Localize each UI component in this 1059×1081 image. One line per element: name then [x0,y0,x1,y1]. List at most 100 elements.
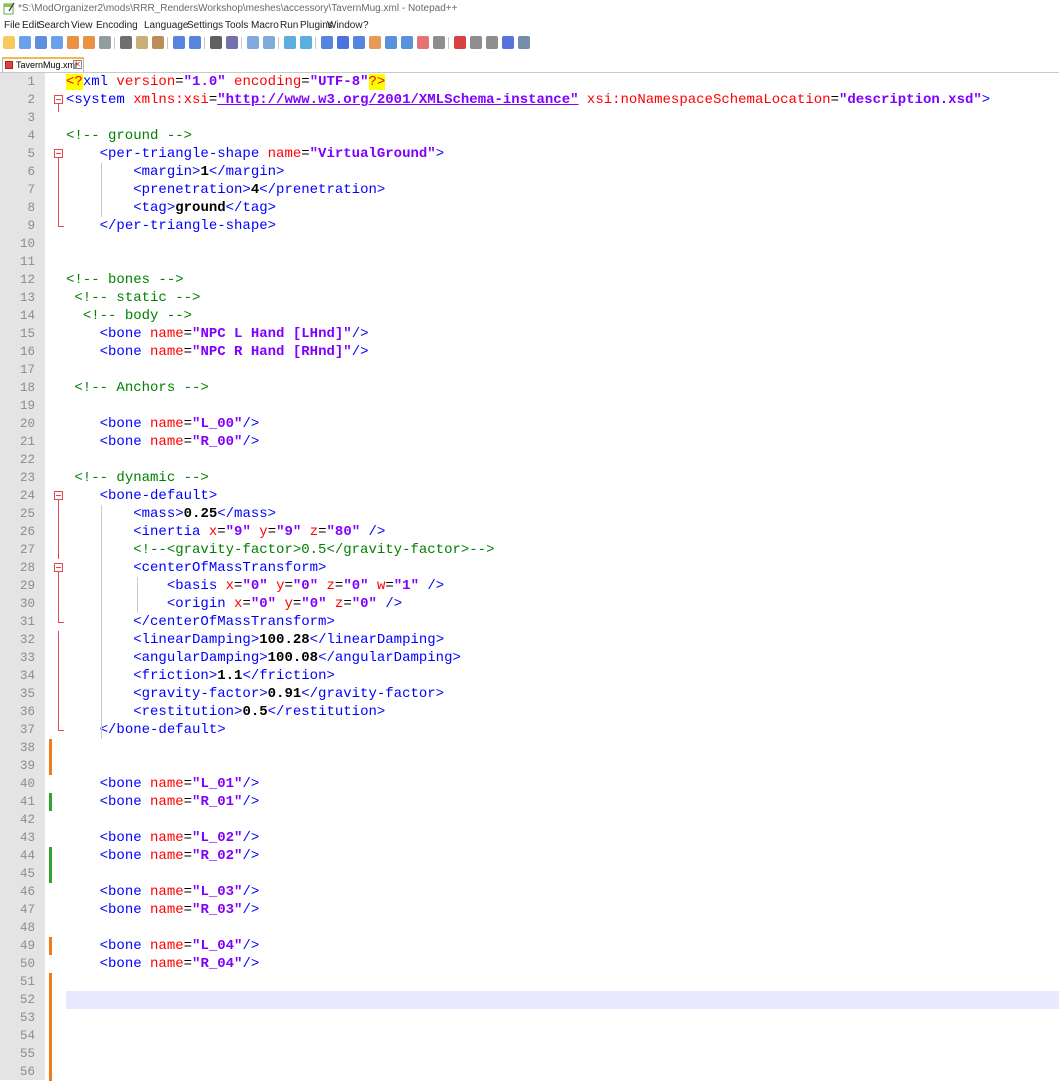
code-text[interactable]: <prenetration>4</prenetration> [66,181,385,199]
open-file-icon[interactable] [19,36,31,49]
code-line[interactable]: 38 [0,739,1059,757]
code-text[interactable]: <bone name="L_00"/> [66,415,260,433]
code-line[interactable]: 3 [0,109,1059,127]
tab-tavernmug[interactable]: TavernMug.xml ✕ [2,57,84,72]
code-line[interactable]: 43 <bone name="L_02"/> [0,829,1059,847]
code-line[interactable]: 11 [0,253,1059,271]
code-line[interactable]: 47 <bone name="R_03"/> [0,901,1059,919]
code-text[interactable]: <?xml version="1.0" encoding="UTF-8"?> [66,73,386,91]
close-all-icon[interactable] [83,36,95,49]
code-line[interactable]: 48 [0,919,1059,937]
code-line[interactable]: 13 <!-- static --> [0,289,1059,307]
sync-vertical-icon[interactable] [284,36,296,49]
code-text[interactable]: <bone name="R_04"/> [66,955,260,973]
code-line[interactable]: 6 <margin>1</margin> [0,163,1059,181]
code-text[interactable]: <bone name="NPC R Hand [RHnd]"/> [66,343,369,361]
code-line[interactable]: 8 <tag>ground</tag> [0,199,1059,217]
code-text[interactable]: <!-- Anchors --> [66,379,208,397]
menu-file[interactable]: File [3,18,21,34]
code-line[interactable]: 32 <linearDamping>100.28</linearDamping> [0,631,1059,649]
menu-language[interactable]: Language [143,18,190,34]
code-line[interactable]: 19 [0,397,1059,415]
code-text[interactable]: <bone name="NPC L Hand [LHnd]"/> [66,325,369,343]
code-line[interactable]: 16 <bone name="NPC R Hand [RHnd]"/> [0,343,1059,361]
code-text[interactable]: </centerOfMassTransform> [66,613,335,631]
code-line[interactable]: 15 <bone name="NPC L Hand [LHnd]"/> [0,325,1059,343]
code-line[interactable]: 1 <?xml version="1.0" encoding="UTF-8"?> [0,73,1059,91]
run-macro-multiple-icon[interactable] [502,36,514,49]
code-line[interactable]: 30 <origin x="0" y="0" z="0" /> [0,595,1059,613]
code-line[interactable]: 44 <bone name="R_02"/> [0,847,1059,865]
play-macro-icon[interactable] [486,36,498,49]
code-text[interactable]: <angularDamping>100.08</angularDamping> [66,649,461,667]
code-text[interactable]: <centerOfMassTransform> [66,559,326,577]
code-text[interactable]: </bone-default> [66,721,226,739]
code-line[interactable]: 42 [0,811,1059,829]
code-text[interactable]: <basis x="0" y="0" z="0" w="1" /> [66,577,444,595]
code-line[interactable]: 41 <bone name="R_01"/> [0,793,1059,811]
new-file-icon[interactable] [3,36,15,49]
fold-collapse-icon[interactable] [54,145,64,166]
code-text[interactable]: <friction>1.1</friction> [66,667,335,685]
code-line[interactable]: 2 <system xmlns:xsi="http://www.w3.org/20… [0,91,1059,112]
code-line[interactable]: 40 <bone name="L_01"/> [0,775,1059,793]
copy-icon[interactable] [136,36,148,49]
code-line[interactable]: 7 <prenetration>4</prenetration> [0,181,1059,199]
code-line[interactable]: 12 <!-- bones --> [0,271,1059,289]
code-text[interactable]: <!--<gravity-factor>0.5</gravity-factor>… [66,541,494,559]
code-line[interactable]: 18 <!-- Anchors --> [0,379,1059,397]
folder-workspace-icon[interactable] [417,36,429,49]
code-text[interactable]: <tag>ground</tag> [66,199,276,217]
code-text[interactable]: <mass>0.25</mass> [66,505,276,523]
fold-collapse-icon[interactable] [54,487,64,508]
zoom-out-icon[interactable] [263,36,275,49]
code-line[interactable]: 5 <per-triangle-shape name="VirtualGroun… [0,145,1059,166]
code-line[interactable]: 27 <!--<gravity-factor>0.5</gravity-fact… [0,541,1059,559]
code-line[interactable]: 34 <friction>1.1</friction> [0,667,1059,685]
code-line[interactable]: 26 <inertia x="9" y="9" z="80" /> [0,523,1059,541]
code-line[interactable]: 25 <mass>0.25</mass> [0,505,1059,523]
code-text[interactable]: <bone name="R_00"/> [66,433,260,451]
code-line[interactable]: 50 <bone name="R_04"/> [0,955,1059,973]
code-text[interactable]: <!-- dynamic --> [66,469,208,487]
code-line[interactable]: 56 [0,1063,1059,1081]
save-all-icon[interactable] [51,36,63,49]
code-line[interactable]: 54 [0,1027,1059,1045]
close-icon[interactable] [67,36,79,49]
code-text[interactable]: <inertia x="9" y="9" z="80" /> [66,523,385,541]
code-text[interactable]: <bone-default> [66,487,218,505]
code-line[interactable]: 10 [0,235,1059,253]
code-text[interactable]: <!-- ground --> [66,127,192,145]
doc-map-icon[interactable] [385,36,397,49]
code-text[interactable]: <bone name="L_04"/> [66,937,260,955]
code-text[interactable]: <gravity-factor>0.91</gravity-factor> [66,685,444,703]
code-line[interactable]: 9 </per-triangle-shape> [0,217,1059,235]
indent-guide-icon[interactable] [353,36,365,49]
word-wrap-icon[interactable] [321,36,333,49]
code-text[interactable]: <bone name="L_01"/> [66,775,260,793]
code-line[interactable]: 29 <basis x="0" y="0" z="0" w="1" /> [0,577,1059,595]
paste-icon[interactable] [152,36,164,49]
code-line[interactable]: 51 [0,973,1059,991]
code-text[interactable]: <!-- static --> [66,289,200,307]
find-icon[interactable] [210,36,222,49]
code-line[interactable]: 24 <bone-default> [0,487,1059,508]
code-line[interactable]: 49 <bone name="L_04"/> [0,937,1059,955]
monitor-icon[interactable] [433,36,445,49]
replace-icon[interactable] [226,36,238,49]
code-text[interactable]: <bone name="L_03"/> [66,883,260,901]
code-line[interactable]: 21 <bone name="R_00"/> [0,433,1059,451]
code-text[interactable]: <!-- bones --> [66,271,184,289]
code-line[interactable]: 4 <!-- ground --> [0,127,1059,145]
stop-record-icon[interactable] [470,36,482,49]
code-line[interactable]: 22 [0,451,1059,469]
menu-search[interactable]: Search [37,18,71,34]
menu-view[interactable]: View [70,18,94,34]
code-line[interactable]: 55 [0,1045,1059,1063]
zoom-in-icon[interactable] [247,36,259,49]
code-text[interactable]: <bone name="R_03"/> [66,901,260,919]
menu-encoding[interactable]: Encoding [95,18,139,34]
code-text[interactable]: <bone name="R_02"/> [66,847,260,865]
code-text[interactable]: <restitution>0.5</restitution> [66,703,385,721]
code-line[interactable]: 20 <bone name="L_00"/> [0,415,1059,433]
